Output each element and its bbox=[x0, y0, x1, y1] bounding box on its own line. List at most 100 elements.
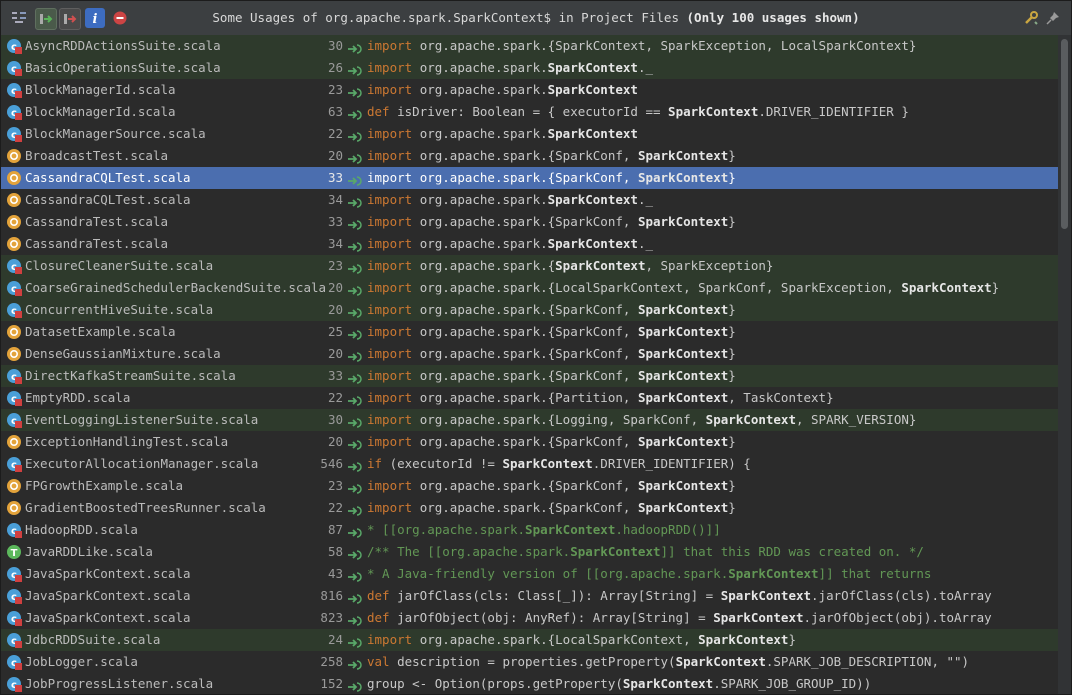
usage-row[interactable]: c BlockManagerSource.scala 22 import org.ap… bbox=[1, 123, 1058, 145]
merge-usages-icon[interactable] bbox=[9, 8, 29, 28]
code-token: isDriver: Boolean = { executorId == bbox=[397, 104, 669, 119]
usage-file-name: ExceptionHandlingTest.scala bbox=[25, 434, 229, 449]
usage-line-number: 34 bbox=[327, 192, 343, 207]
scala-object-icon bbox=[6, 434, 22, 450]
usage-row[interactable]: CassandraCQLTest.scala 34 import org.apach… bbox=[1, 189, 1058, 211]
usage-row[interactable]: c ClosureCleanerSuite.scala 23 import org.a… bbox=[1, 255, 1058, 277]
usage-row[interactable]: ExceptionHandlingTest.scala 20 import org.… bbox=[1, 431, 1058, 453]
close-icon[interactable] bbox=[110, 8, 130, 28]
usages-toolbar: i Some Usages of org.apache.spark.SparkC… bbox=[1, 1, 1071, 36]
usage-row[interactable]: c JobLogger.scala 258 val description = pro… bbox=[1, 651, 1058, 673]
code-token: import bbox=[367, 324, 420, 339]
usage-file-name: GradientBoostedTreesRunner.scala bbox=[25, 500, 266, 515]
usage-row[interactable]: c BasicOperationsSuite.scala 26 import org.… bbox=[1, 57, 1058, 79]
usage-row[interactable]: c DirectKafkaStreamSuite.scala 33 import or… bbox=[1, 365, 1058, 387]
usage-file-name: DatasetExample.scala bbox=[25, 324, 176, 339]
usage-file-name: BasicOperationsSuite.scala bbox=[25, 60, 221, 75]
import-usage-icon bbox=[347, 568, 363, 582]
scrollbar-thumb[interactable] bbox=[1061, 39, 1068, 229]
usage-line-number: 24 bbox=[327, 632, 343, 647]
scala-class-icon: c bbox=[6, 610, 22, 626]
code-token: org.apache.spark. bbox=[419, 126, 548, 141]
usage-row[interactable]: c CoarseGrainedSchedulerBackendSuite.scal… bbox=[1, 277, 1058, 299]
usage-row[interactable]: c JdbcRDDSuite.scala 24 import org.apache.s… bbox=[1, 629, 1058, 651]
code-token: def bbox=[367, 588, 398, 603]
usage-file-name: BlockManagerSource.scala bbox=[25, 126, 206, 141]
usage-row[interactable]: c EventLoggingListenerSuite.scala 30 import… bbox=[1, 409, 1058, 431]
code-token: } bbox=[728, 324, 736, 339]
previous-occurrence-icon[interactable] bbox=[59, 8, 81, 30]
code-token: org.apache.spark.{Partition, bbox=[419, 390, 638, 405]
scala-class-icon: c bbox=[6, 60, 22, 76]
pin-icon[interactable] bbox=[1043, 8, 1063, 28]
usage-file-name: BlockManagerId.scala bbox=[25, 104, 176, 119]
import-usage-icon bbox=[347, 216, 363, 230]
code-token: SparkContext bbox=[547, 60, 638, 75]
code-token: import bbox=[367, 38, 420, 53]
code-token: group <- Option(props.getProperty( bbox=[367, 676, 623, 691]
usage-file-name: ConcurrentHiveSuite.scala bbox=[25, 302, 214, 317]
usage-code-snippet: def jarOfObject(obj: AnyRef): Array[Stri… bbox=[367, 607, 992, 629]
code-token: .DRIVER_IDENTIFIER) { bbox=[592, 456, 751, 471]
code-token: .DRIVER_IDENTIFIER } bbox=[758, 104, 909, 119]
import-usage-icon bbox=[347, 172, 363, 186]
code-token: SparkContext bbox=[570, 544, 661, 559]
code-token: SparkContext bbox=[547, 236, 638, 251]
usage-row[interactable]: c ExecutorAllocationManager.scala 546 if (e… bbox=[1, 453, 1058, 475]
usage-code-snippet: import org.apache.spark.{SparkConf, Spar… bbox=[367, 343, 736, 365]
usage-row[interactable]: CassandraTest.scala 33 import org.apache.s… bbox=[1, 211, 1058, 233]
code-token: ._ bbox=[637, 236, 653, 251]
usage-line-number: 63 bbox=[327, 104, 343, 119]
usage-file-name: CassandraTest.scala bbox=[25, 214, 168, 229]
scala-class-icon: c bbox=[6, 368, 22, 384]
next-occurrence-icon[interactable] bbox=[35, 8, 57, 30]
usage-code-snippet: import org.apache.spark.{SparkConf, Spar… bbox=[367, 497, 736, 519]
code-token: import bbox=[367, 632, 420, 647]
usage-row[interactable]: c EmptyRDD.scala 22 import org.apache.spark… bbox=[1, 387, 1058, 409]
code-token: import bbox=[367, 258, 420, 273]
usage-row[interactable]: GradientBoostedTreesRunner.scala 22 import… bbox=[1, 497, 1058, 519]
code-token: org.apache.spark.{SparkConf, bbox=[419, 434, 638, 449]
usage-row[interactable]: c BlockManagerId.scala 63 def isDriver: Boo… bbox=[1, 101, 1058, 123]
usage-row[interactable]: BroadcastTest.scala 20 import org.apache.s… bbox=[1, 145, 1058, 167]
usage-row[interactable]: T JavaRDDLike.scala 58 /** The [[org.apache… bbox=[1, 541, 1058, 563]
usage-row[interactable]: FPGrowthExample.scala 23 import org.apache… bbox=[1, 475, 1058, 497]
usage-row[interactable]: c JavaSparkContext.scala 43 * A Java-frien… bbox=[1, 563, 1058, 585]
import-usage-icon bbox=[347, 590, 363, 604]
code-token: import bbox=[367, 434, 420, 449]
code-token: SparkContext bbox=[637, 390, 729, 405]
usage-file-name: EventLoggingListenerSuite.scala bbox=[25, 412, 259, 427]
usage-row[interactable]: CassandraCQLTest.scala 33 import org.apach… bbox=[1, 167, 1058, 189]
usage-code-snippet: import org.apache.spark.SparkContext bbox=[367, 79, 638, 101]
usage-row[interactable]: c JobProgressListener.scala 152 group <- Op… bbox=[1, 673, 1058, 694]
usage-file-name: CoarseGrainedSchedulerBackendSuite.scala bbox=[25, 280, 327, 295]
code-token: import bbox=[367, 500, 420, 515]
usage-row[interactable]: c AsyncRDDActionsSuite.scala 30 import org.… bbox=[1, 35, 1058, 57]
code-token: SparkContext bbox=[675, 654, 766, 669]
vertical-scrollbar[interactable] bbox=[1058, 35, 1071, 694]
usage-file-name: BlockManagerId.scala bbox=[25, 82, 176, 97]
usage-row[interactable]: CassandraTest.scala 34 import org.apache.s… bbox=[1, 233, 1058, 255]
usage-row[interactable]: c JavaSparkContext.scala 816 def jarOfClass… bbox=[1, 585, 1058, 607]
settings-icon[interactable] bbox=[1021, 8, 1041, 28]
usage-code-snippet: import org.apache.spark.{SparkConf, Spar… bbox=[367, 365, 736, 387]
scala-class-icon: c bbox=[6, 126, 22, 142]
usage-row[interactable]: c ConcurrentHiveSuite.scala 20 import org.a… bbox=[1, 299, 1058, 321]
usage-code-snippet: val description = properties.getProperty… bbox=[367, 651, 969, 673]
usage-row[interactable]: DatasetExample.scala 25 import org.apache.… bbox=[1, 321, 1058, 343]
usage-line-number: 26 bbox=[327, 60, 343, 75]
import-usage-icon bbox=[347, 282, 363, 296]
code-token: description = properties.getProperty( bbox=[397, 654, 676, 669]
usage-row[interactable]: DenseGaussianMixture.scala 20 import org.a… bbox=[1, 343, 1058, 365]
usage-file-name: JdbcRDDSuite.scala bbox=[25, 632, 161, 647]
info-icon[interactable]: i bbox=[85, 8, 105, 28]
code-token: SparkContext bbox=[637, 214, 729, 229]
usage-row[interactable]: c JavaSparkContext.scala 823 def jarOfObjec… bbox=[1, 607, 1058, 629]
usage-row[interactable]: c BlockManagerId.scala 23 import org.apache… bbox=[1, 79, 1058, 101]
usage-line-number: 33 bbox=[327, 170, 343, 185]
code-token: org.apache.spark.{SparkConf, bbox=[419, 302, 638, 317]
usage-row[interactable]: c HadoopRDD.scala 87 * [[org.apache.spark.… bbox=[1, 519, 1058, 541]
import-usage-icon bbox=[347, 84, 363, 98]
usage-file-name: JavaSparkContext.scala bbox=[25, 588, 191, 603]
code-token: import bbox=[367, 170, 420, 185]
